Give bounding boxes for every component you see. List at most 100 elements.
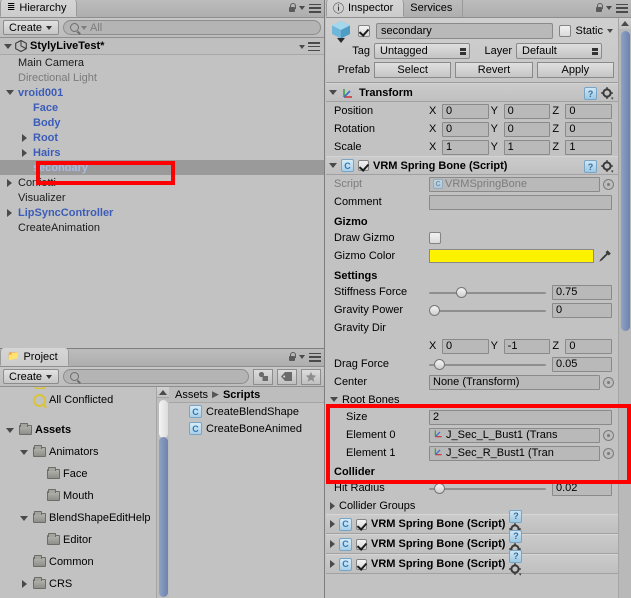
collapsed-springbone-1[interactable]: C VRM Spring Bone (Script)?: [326, 529, 618, 556]
prefab-select-button[interactable]: Select: [374, 62, 452, 78]
chevron-down-icon[interactable]: [330, 397, 338, 402]
size-input[interactable]: 2: [429, 409, 612, 425]
hierarchy-item-lipsynccontroller[interactable]: LipSyncController: [0, 205, 324, 220]
scrollbar-thumb[interactable]: [159, 437, 168, 597]
position-x-input[interactable]: 0: [442, 103, 489, 119]
project-folder-common[interactable]: Common: [0, 551, 156, 573]
chevron-down-icon[interactable]: [299, 355, 305, 359]
tab-inspector[interactable]: ⓘ Inspector: [326, 0, 405, 17]
chevron-right-icon[interactable]: [19, 133, 30, 142]
chevron-right-icon[interactable]: [330, 560, 335, 568]
springbone-enabled-checkbox[interactable]: [358, 160, 369, 171]
tab-services[interactable]: Services: [404, 0, 464, 17]
scale-y-input[interactable]: 1: [503, 139, 551, 155]
chevron-right-icon[interactable]: [18, 580, 30, 588]
object-picker-icon[interactable]: [603, 447, 614, 459]
project-folder-face[interactable]: Face: [0, 463, 156, 485]
element-1-object-field[interactable]: J_Sec_R_Bust1 (Tran: [429, 445, 600, 461]
chevron-down-icon[interactable]: [4, 427, 16, 433]
object-picker-icon[interactable]: [603, 376, 614, 388]
hierarchy-item-createanimation[interactable]: CreateAnimation: [0, 220, 324, 235]
scrollbar-thumb-upper[interactable]: [159, 400, 168, 438]
hierarchy-item-directional-light[interactable]: Directional Light: [0, 70, 324, 85]
rotation-y-input[interactable]: 0: [503, 121, 551, 137]
hierarchy-item-secondary[interactable]: secondary: [0, 160, 324, 175]
scale-x-input[interactable]: 1: [442, 139, 489, 155]
filter-by-label-icon[interactable]: [277, 368, 297, 385]
scroll-up-arrow-icon[interactable]: [619, 18, 631, 29]
help-icon[interactable]: ?: [584, 87, 597, 100]
project-folder-animators[interactable]: Animators: [0, 441, 156, 463]
collider-groups-foldout[interactable]: Collider Groups: [326, 497, 618, 514]
project-folder-all-conflicted[interactable]: All Conflicted: [0, 389, 156, 411]
hierarchy-item-root[interactable]: Root: [0, 130, 324, 145]
root-bones-foldout[interactable]: Root Bones: [326, 391, 618, 408]
stiffness-value-field[interactable]: 0.75: [552, 284, 612, 300]
draw-gizmo-checkbox[interactable]: [429, 232, 441, 244]
help-icon[interactable]: ?: [509, 549, 523, 563]
panel-menu-icon[interactable]: [616, 3, 628, 13]
drag-force-value-field[interactable]: 0.05: [552, 356, 612, 372]
lock-icon[interactable]: [595, 3, 603, 13]
chevron-down-icon[interactable]: [18, 449, 30, 455]
chevron-down-icon[interactable]: [329, 163, 337, 168]
hierarchy-item-vroid001[interactable]: vroid001: [0, 85, 324, 100]
gravity-dir-z-input[interactable]: 0: [565, 338, 613, 354]
position-y-input[interactable]: 0: [503, 103, 551, 119]
favorites-star-icon[interactable]: [301, 368, 321, 385]
project-file-item[interactable]: C CreateBoneAnimed: [169, 420, 324, 437]
help-icon[interactable]: ?: [584, 160, 597, 173]
center-object-field[interactable]: None (Transform): [429, 374, 600, 390]
component-enabled-checkbox[interactable]: [356, 518, 367, 530]
project-file-item[interactable]: C CreateBlendShape: [169, 403, 324, 420]
panel-menu-icon[interactable]: [309, 352, 321, 362]
inspector-scrollbar[interactable]: [618, 18, 631, 598]
project-tree-scrollbar[interactable]: [156, 387, 169, 598]
prefab-apply-button[interactable]: Apply: [536, 62, 614, 78]
hierarchy-item-confetti[interactable]: Confetti: [0, 175, 324, 190]
breadcrumb-assets[interactable]: Assets: [175, 389, 208, 401]
collapsed-springbone-2[interactable]: C VRM Spring Bone (Script)?: [326, 549, 618, 576]
hierarchy-create-button[interactable]: Create: [3, 20, 60, 35]
element-0-object-field[interactable]: J_Sec_L_Bust1 (Trans: [429, 427, 600, 443]
scene-row[interactable]: StylyLiveTest*: [0, 38, 324, 55]
component-enabled-checkbox[interactable]: [356, 558, 367, 570]
gear-icon[interactable]: [509, 562, 522, 579]
stiffness-slider[interactable]: [429, 285, 546, 300]
object-picker-icon[interactable]: [603, 178, 614, 190]
gravity-power-slider[interactable]: [429, 303, 546, 318]
breadcrumb-scripts[interactable]: Scripts: [223, 389, 260, 401]
position-z-input[interactable]: 0: [565, 103, 613, 119]
lock-icon[interactable]: [288, 352, 296, 362]
scene-menu-icon[interactable]: [299, 42, 320, 51]
chevron-right-icon[interactable]: [4, 178, 15, 187]
project-folder-assets[interactable]: Assets: [0, 419, 156, 441]
gameobject-name-input[interactable]: secondary: [376, 22, 554, 39]
chevron-right-icon[interactable]: [330, 520, 335, 528]
gravity-dir-x-input[interactable]: 0: [442, 338, 489, 354]
hierarchy-search-input[interactable]: All: [63, 20, 321, 35]
hierarchy-item-hairs[interactable]: Hairs: [0, 145, 324, 160]
hierarchy-item-face[interactable]: Face: [0, 100, 324, 115]
scroll-up-arrow-icon[interactable]: [157, 387, 169, 398]
help-icon[interactable]: ?: [509, 509, 523, 523]
hierarchy-item-body[interactable]: Body: [0, 115, 324, 130]
chevron-right-icon[interactable]: [330, 540, 335, 548]
scale-z-input[interactable]: 1: [565, 139, 613, 155]
hierarchy-item-visualizer[interactable]: Visualizer: [0, 190, 324, 205]
chevron-down-icon[interactable]: [329, 90, 337, 95]
inspector-scrollbar-thumb[interactable]: [621, 31, 630, 331]
gear-icon[interactable]: [601, 160, 614, 173]
filter-by-type-icon[interactable]: [253, 368, 273, 385]
gizmo-color-swatch[interactable]: [429, 249, 594, 263]
gravity-dir-y-input[interactable]: -1: [503, 338, 551, 354]
chevron-down-icon[interactable]: [606, 6, 612, 10]
project-folder-crs[interactable]: CRS: [0, 573, 156, 595]
tab-project[interactable]: 📁 Project: [0, 348, 69, 366]
object-picker-icon[interactable]: [603, 429, 614, 441]
chevron-right-icon[interactable]: [330, 501, 335, 510]
hierarchy-item-main-camera[interactable]: Main Camera: [0, 55, 324, 70]
hit-radius-slider[interactable]: [429, 481, 546, 496]
comment-input[interactable]: [429, 194, 612, 210]
chevron-right-icon[interactable]: [19, 148, 30, 157]
